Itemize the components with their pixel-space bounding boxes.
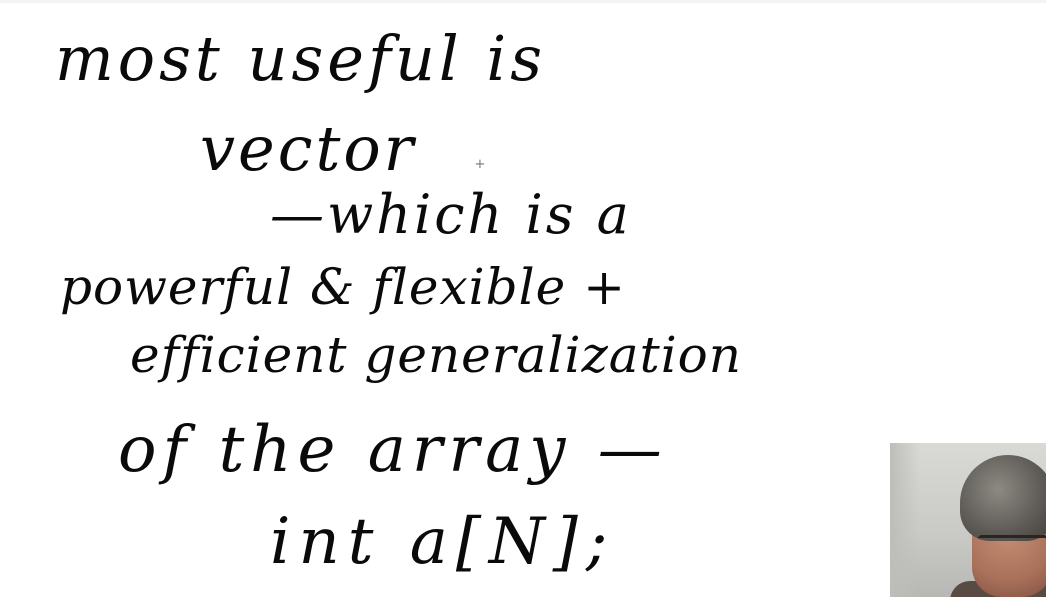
board-line-2: vector <box>200 112 417 185</box>
crosshair-cursor-icon: + <box>474 157 486 172</box>
board-line-4: powerful & flexible + <box>60 258 627 316</box>
board-line-3: —which is a <box>270 183 632 246</box>
presenter-webcam-icon <box>890 443 1046 597</box>
top-edge <box>0 0 1046 3</box>
board-line-6: of the array — <box>118 413 668 487</box>
board-line-5: efficient generalization <box>130 326 742 384</box>
board-line-1: most useful is <box>55 22 547 95</box>
webcam-wall-shadow <box>890 443 920 597</box>
presenter-glasses-icon <box>978 535 1046 554</box>
board-line-7: int a[N]; <box>270 505 616 579</box>
